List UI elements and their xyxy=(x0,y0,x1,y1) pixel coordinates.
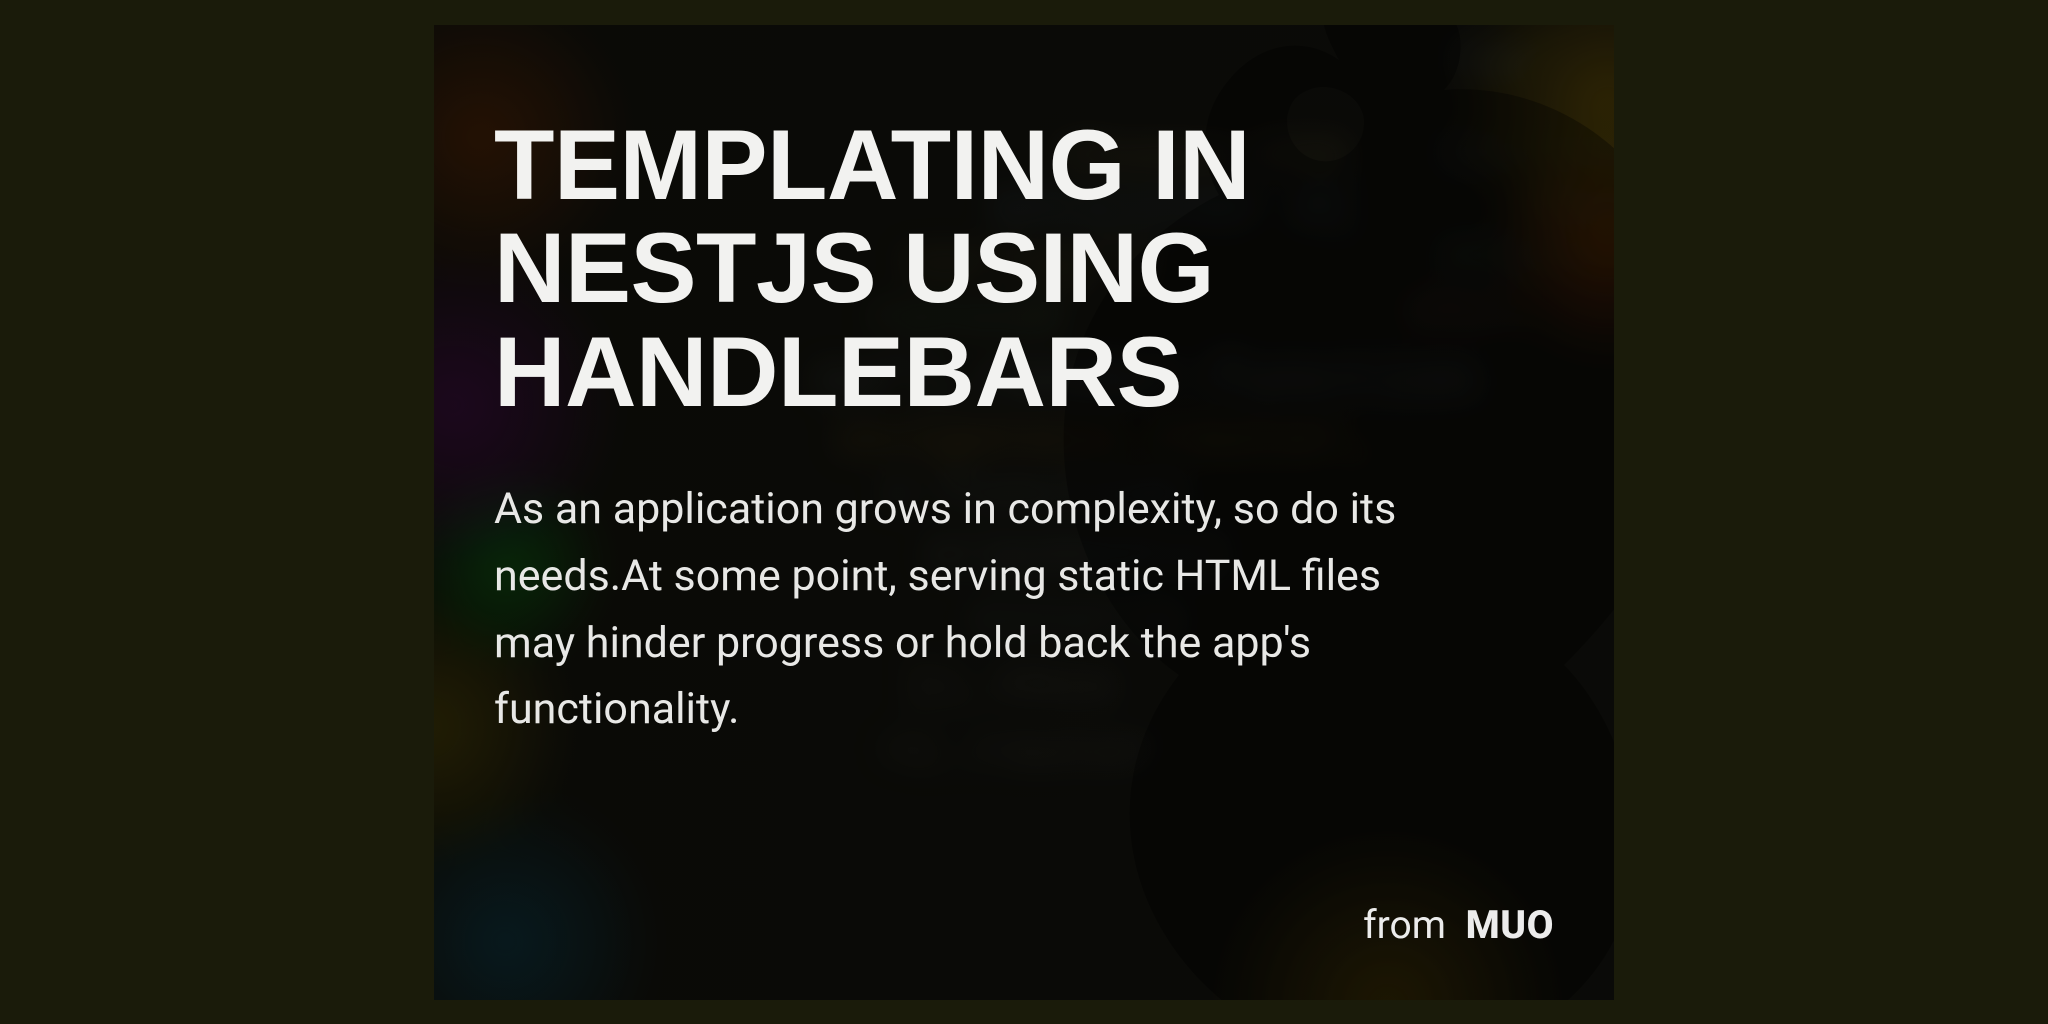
brand-name: MUO xyxy=(1466,902,1554,948)
article-title: TEMPLATING IN NESTJS USING HANDLEBARS xyxy=(494,113,1554,425)
from-label: from xyxy=(1363,902,1446,948)
article-card: themes:CSS on(a){var d( verlay") retes0 … xyxy=(434,25,1614,1000)
attribution: from MUO xyxy=(1363,902,1554,948)
article-subtitle: As an application grows in complexity, s… xyxy=(494,476,1454,743)
content-area: TEMPLATING IN NESTJS USING HANDLEBARS As… xyxy=(434,25,1614,1000)
